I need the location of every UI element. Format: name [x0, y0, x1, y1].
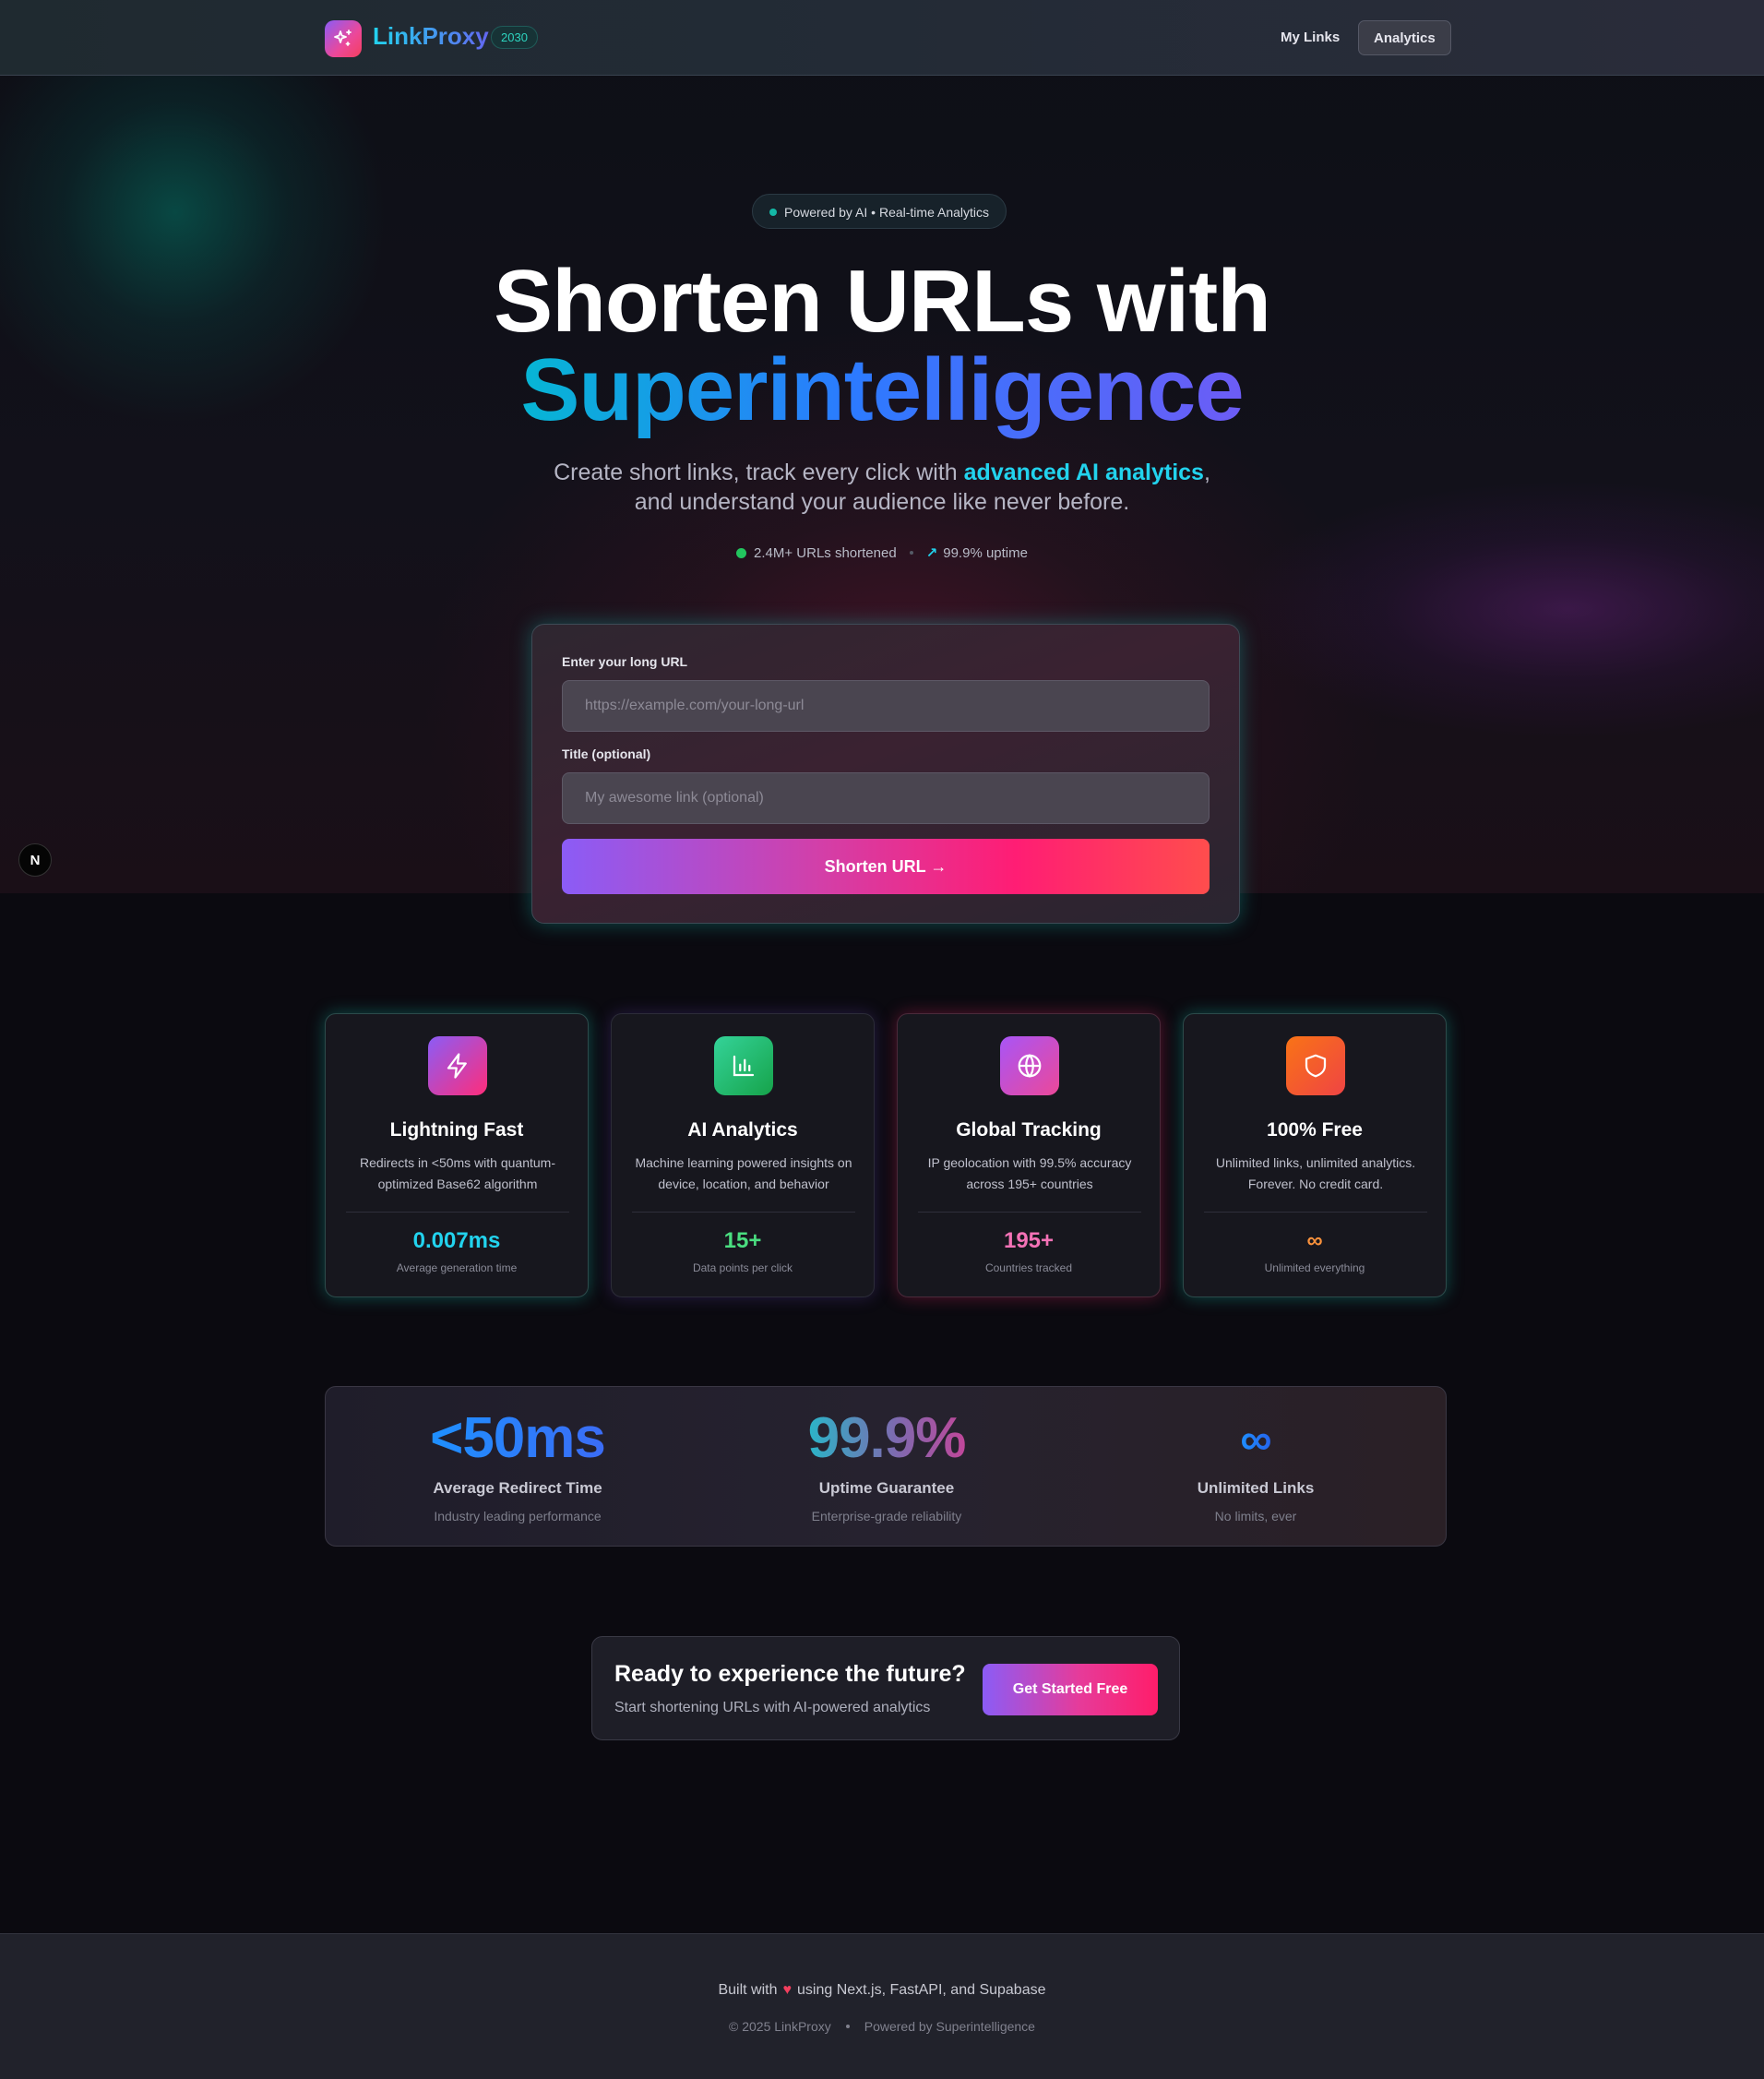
stat-uptime-guarantee: 99.9% Uptime Guarantee Enterprise-grade …: [702, 1387, 1071, 1547]
feature-title: Lightning Fast: [389, 1119, 524, 1141]
hero-stats: 2.4M+ URLs shortened ↗ 99.9% uptime: [0, 544, 1764, 561]
long-url-input[interactable]: [562, 680, 1210, 732]
footer-separator: [845, 2025, 850, 2028]
stat-value: 99.9%: [702, 1405, 1071, 1471]
nav-my-links[interactable]: My Links: [1266, 20, 1354, 55]
version-badge: 2030: [491, 26, 538, 49]
stat-value-text: ∞: [1240, 1416, 1271, 1464]
powered-by: Powered by Superintelligence: [864, 2019, 1035, 2034]
shield-icon: [1286, 1036, 1345, 1095]
title-label: Title (optional): [562, 747, 651, 761]
feature-metric: ∞: [1306, 1228, 1323, 1253]
divider: [632, 1212, 855, 1213]
nextjs-dev-icon[interactable]: N: [18, 843, 52, 877]
globe-icon: [1000, 1036, 1059, 1095]
shorten-form-card: Enter your long URL Title (optional) Sho…: [531, 624, 1240, 924]
stat-value: ∞: [1071, 1415, 1440, 1465]
feature-metric: 195+: [1003, 1228, 1055, 1253]
subtitle-line2: and understand your audience like never …: [634, 489, 1130, 515]
stat-subtitle: Enterprise-grade reliability: [811, 1509, 962, 1523]
pill-text: Powered by AI • Real-time Analytics: [784, 205, 989, 220]
feature-description: Machine learning powered insights on dev…: [635, 1155, 852, 1191]
feature-card-ai-analytics: AI Analytics Machine learning powered in…: [611, 1013, 875, 1297]
feature-metric-label: Average generation time: [396, 1261, 518, 1274]
feature-metric-label: Countries tracked: [984, 1261, 1073, 1274]
hero-title-line2: Superintelligence: [0, 340, 1764, 441]
bar-chart-icon: [714, 1036, 773, 1095]
cta-title: Ready to experience the future?: [614, 1661, 966, 1687]
feature-metric: 0.007ms: [412, 1228, 501, 1253]
pill-status-dot: [769, 209, 777, 216]
url-label: Enter your long URL: [562, 654, 688, 669]
feature-metric: 15+: [723, 1228, 762, 1253]
title-input[interactable]: [562, 772, 1210, 824]
cta-subtitle: Start shortening URLs with AI-powered an…: [614, 1700, 931, 1715]
status-dot-icon: [736, 548, 746, 558]
nav-analytics[interactable]: Analytics: [1358, 20, 1451, 55]
shorten-url-button[interactable]: Shorten URL →: [562, 839, 1210, 894]
stats-panel: <50ms Average Redirect Time Industry lea…: [325, 1386, 1447, 1547]
feature-card-free: 100% Free Unlimited links, unlimited ana…: [1183, 1013, 1447, 1297]
feature-description: Unlimited links, unlimited analytics. Fo…: [1215, 1155, 1416, 1191]
trending-up-icon: ↗: [925, 545, 938, 561]
powered-by-pill: Powered by AI • Real-time Analytics: [752, 194, 1007, 229]
stat-separator: [909, 551, 913, 555]
hero-subtitle: Create short links, track every click wi…: [0, 458, 1764, 517]
get-started-button[interactable]: Get Started Free: [983, 1664, 1158, 1715]
stat-value: <50ms: [333, 1405, 702, 1471]
stat-value-text: <50ms: [430, 1406, 606, 1470]
divider: [346, 1212, 569, 1213]
footer-built-with: Built with ♥ using Next.js, FastAPI, and S…: [0, 1982, 1764, 1999]
subtitle-comma: ,: [1203, 460, 1210, 485]
copyright: © 2025 LinkProxy: [729, 2019, 831, 2034]
stat-title: Average Redirect Time: [433, 1479, 602, 1497]
feature-title: Global Tracking: [956, 1119, 1102, 1141]
top-nav: LinkProxy 2030 My Links Analytics: [0, 0, 1764, 76]
footer-text: Built with: [718, 1982, 778, 1998]
feature-description: Redirects in <50ms with quantum-optimize…: [359, 1155, 556, 1191]
feature-card-lightning-fast: Lightning Fast Redirects in <50ms with q…: [325, 1013, 589, 1297]
hero-title-gradient: Superintelligence: [520, 341, 1244, 439]
stat-title: Uptime Guarantee: [818, 1479, 955, 1497]
stat-unlimited-links: ∞ Unlimited Links No limits, ever: [1071, 1387, 1440, 1547]
brand-name[interactable]: LinkProxy: [373, 22, 489, 51]
footer: Built with ♥ using Next.js, FastAPI, and S…: [0, 1933, 1764, 2079]
subtitle-highlight: advanced AI analytics: [963, 460, 1204, 485]
hero-title-line1: Shorten URLs with: [494, 252, 1271, 351]
feature-metric-label: Data points per click: [692, 1261, 793, 1274]
feature-description: IP geolocation with 99.5% accuracy acros…: [927, 1155, 1132, 1191]
feature-title: 100% Free: [1267, 1119, 1363, 1141]
cta-card: Ready to experience the future? Start sh…: [591, 1636, 1180, 1740]
feature-card-global-tracking: Global Tracking IP geolocation with 99.5…: [897, 1013, 1161, 1297]
stat-title: Unlimited Links: [1197, 1479, 1315, 1497]
stat-uptime: 99.9% uptime: [943, 545, 1028, 561]
heart-icon: ♥: [782, 1982, 793, 1998]
lightning-icon: [428, 1036, 487, 1095]
stat-subtitle: No limits, ever: [1214, 1509, 1297, 1523]
stat-subtitle: Industry leading performance: [434, 1509, 602, 1523]
feature-title: AI Analytics: [687, 1119, 798, 1141]
logo-sparkles-icon[interactable]: [325, 20, 362, 57]
divider: [1204, 1212, 1427, 1213]
stat-value-text: 99.9%: [807, 1406, 967, 1470]
footer-tech-text: using Next.js, FastAPI, and Supabase: [797, 1982, 1046, 1998]
subtitle-text: Create short links, track every click wi…: [554, 460, 964, 485]
feature-metric-label: Unlimited everything: [1264, 1261, 1365, 1274]
stat-redirect-time: <50ms Average Redirect Time Industry lea…: [333, 1387, 702, 1547]
divider: [918, 1212, 1141, 1213]
stat-urls: 2.4M+ URLs shortened: [754, 545, 897, 561]
page: LinkProxy 2030 My Links Analytics Powere…: [0, 0, 1764, 2079]
footer-meta: © 2025 LinkProxy Powered by Superintellig…: [0, 2019, 1764, 2034]
